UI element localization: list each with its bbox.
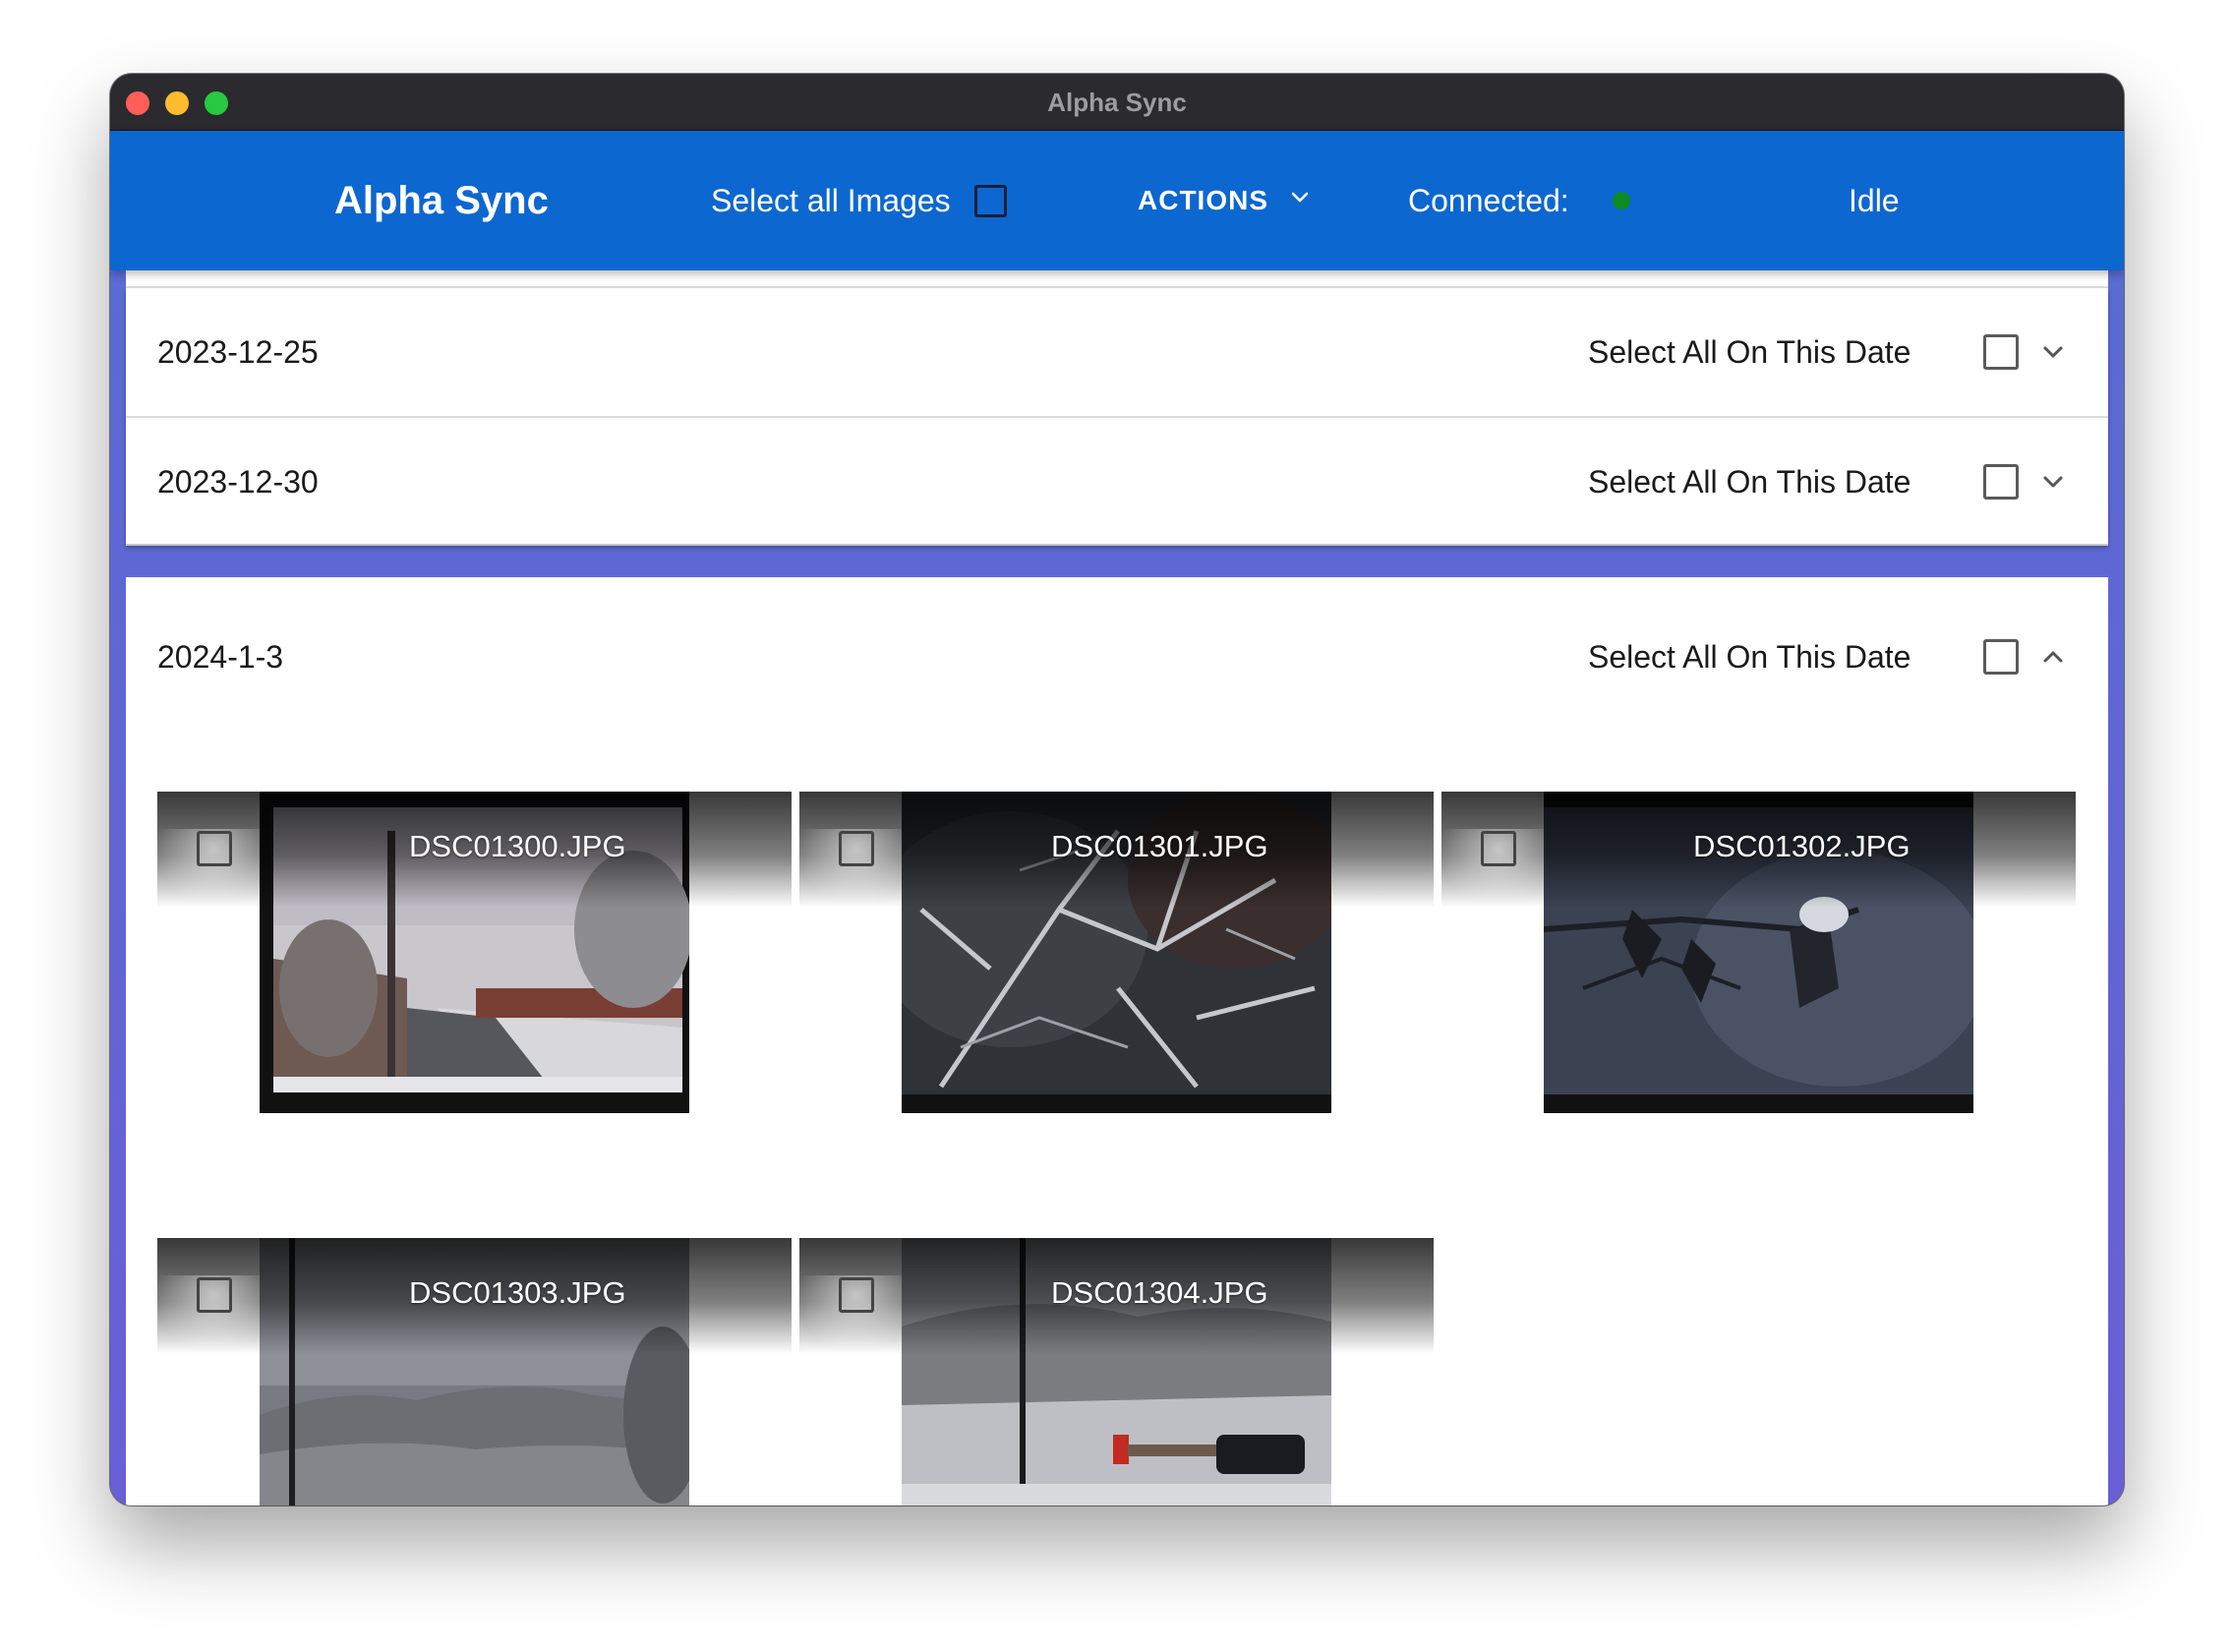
image-filename: DSC01300.JPG: [409, 829, 626, 863]
image-select-checkbox[interactable]: [197, 831, 232, 866]
chevron-up-icon[interactable]: [2033, 637, 2073, 677]
select-all-images[interactable]: Select all Images: [711, 131, 1007, 270]
image-thumbnail[interactable]: DSC01301.JPG: [799, 792, 1434, 1244]
previous-date-group: [126, 270, 2108, 288]
actions-label: ACTIONS: [1138, 185, 1268, 215]
select-date-label: Select All On This Date: [1588, 638, 1911, 675]
select-date-checkbox[interactable]: [1983, 464, 2019, 500]
date-group-header[interactable]: 2024-1-3 Select All On This Date: [126, 577, 2108, 737]
image-thumbnail[interactable]: DSC01303.JPG: [157, 1238, 792, 1505]
chevron-down-icon[interactable]: [2033, 462, 2073, 502]
status-text: Idle: [1849, 183, 1900, 218]
group-date: 2023-12-30: [157, 463, 319, 500]
connection-indicator-icon: [1612, 192, 1630, 209]
image-filename: DSC01304.JPG: [1051, 1275, 1268, 1310]
window-title: Alpha Sync: [1047, 88, 1187, 117]
app-brand: Alpha Sync: [334, 179, 549, 222]
image-select-checkbox[interactable]: [197, 1277, 232, 1313]
image-thumbnail[interactable]: DSC01302.JPG: [1441, 792, 2076, 1244]
connection-status: Connected:: [1408, 131, 1630, 270]
chevron-down-icon[interactable]: [2033, 332, 2073, 372]
image-thumbnail[interactable]: DSC01304.JPG: [799, 1238, 1434, 1505]
collapsed-date-groups: 2023-12-25 Select All On This Date 2023-…: [126, 288, 2108, 546]
content-area: 2023-12-25 Select All On This Date 2023-…: [110, 270, 2124, 1505]
image-filename: DSC01303.JPG: [409, 1275, 626, 1310]
group-date: 2023-12-25: [157, 333, 319, 370]
select-date-label: Select All On This Date: [1588, 333, 1911, 370]
group-date: 2024-1-3: [157, 638, 284, 675]
select-date-checkbox[interactable]: [1983, 639, 2019, 675]
select-all-label: Select all Images: [711, 182, 951, 218]
image-filename: DSC01301.JPG: [1051, 829, 1268, 863]
connected-label: Connected:: [1408, 182, 1569, 218]
title-bar: Alpha Sync: [110, 74, 2124, 131]
select-date-label: Select All On This Date: [1588, 463, 1911, 500]
image-select-checkbox[interactable]: [1481, 831, 1516, 866]
date-group-header[interactable]: 2023-12-30 Select All On This Date: [126, 418, 2108, 546]
app-bar: Alpha Sync Select all Images ACTIONS Con…: [110, 131, 2124, 270]
image-thumbnail[interactable]: DSC01300.JPG: [157, 792, 792, 1244]
image-select-checkbox[interactable]: [839, 1277, 874, 1313]
app-window: Alpha Sync Alpha Sync Select all Images …: [110, 74, 2124, 1505]
image-select-checkbox[interactable]: [839, 831, 874, 866]
date-group-header[interactable]: 2023-12-25 Select All On This Date: [126, 288, 2108, 416]
select-all-checkbox[interactable]: [973, 184, 1007, 217]
image-filename: DSC01302.JPG: [1693, 829, 1911, 863]
chevron-down-icon: [1288, 185, 1312, 216]
expanded-date-group: 2024-1-3 Select All On This Date DSC0130…: [126, 577, 2108, 1505]
actions-menu-button[interactable]: ACTIONS: [1138, 131, 1312, 270]
select-date-checkbox[interactable]: [1983, 334, 2019, 370]
